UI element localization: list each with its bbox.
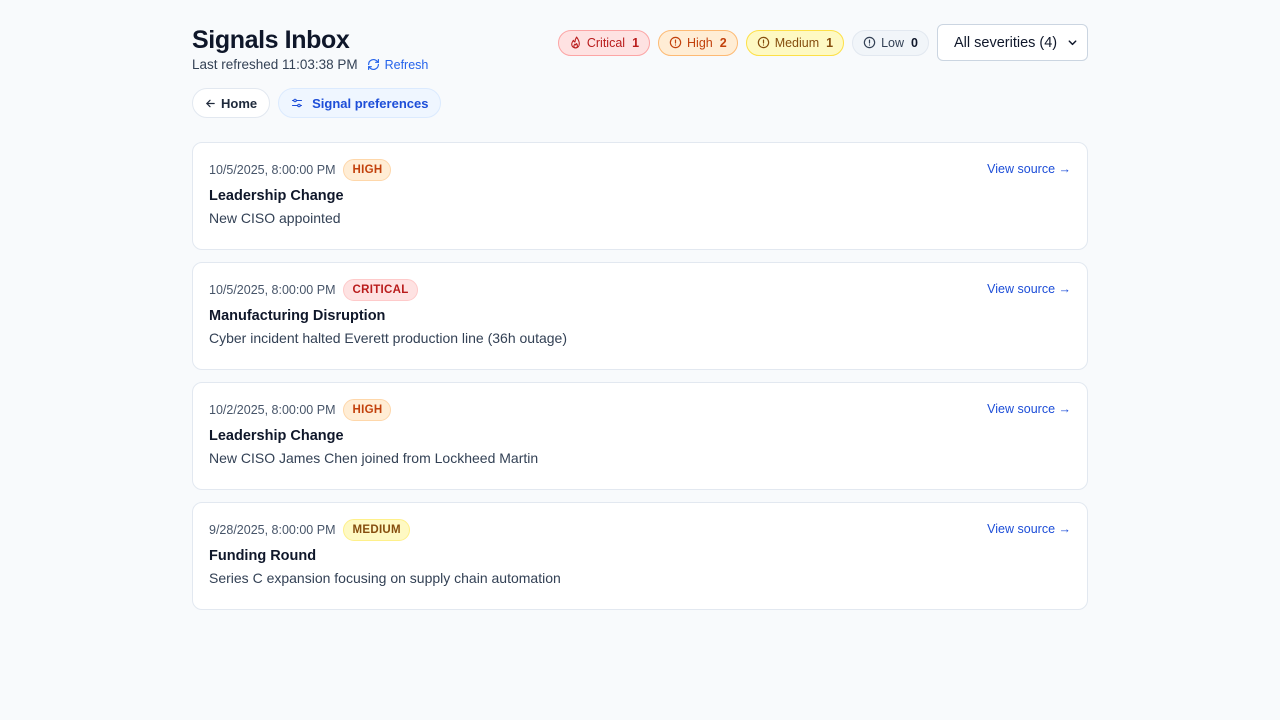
view-source-link[interactable]: View source → <box>987 402 1071 416</box>
signal-date: 10/5/2025, 8:00:00 PM <box>209 283 336 297</box>
signals-inbox-page: Signals Inbox Last refreshed 11:03:38 PM… <box>192 24 1088 622</box>
signal-date: 9/28/2025, 8:00:00 PM <box>209 523 336 537</box>
signal-description: New CISO appointed <box>209 210 341 226</box>
signal-description: Series C expansion focusing on supply ch… <box>209 570 561 586</box>
severity-badge: HIGH <box>343 399 392 421</box>
page-header: Signals Inbox Last refreshed 11:03:38 PM… <box>192 24 1088 78</box>
signal-card: 10/5/2025, 8:00:00 PM CRITICAL View sour… <box>192 262 1088 370</box>
chevron-down-icon <box>1068 40 1077 46</box>
refresh-button[interactable]: Refresh <box>367 57 429 72</box>
signal-preferences-button[interactable]: Signal preferences <box>278 88 442 118</box>
refresh-icon <box>367 59 379 70</box>
refresh-label: Refresh <box>384 57 429 72</box>
severity-summary: Critical 1 High 2 Medium 1 Low 0 All sev… <box>557 24 1088 61</box>
alert-circle-icon <box>863 36 876 49</box>
severity-filter-select[interactable]: All severities (4) <box>937 24 1088 61</box>
last-refreshed-text: Last refreshed 11:03:38 PM <box>192 57 358 72</box>
signal-date: 10/2/2025, 8:00:00 PM <box>209 403 336 417</box>
view-source-link[interactable]: View source → <box>987 282 1071 296</box>
severity-badge: HIGH <box>343 159 392 181</box>
chip-medium-count: 1 <box>826 35 834 50</box>
home-label: Home <box>221 95 258 111</box>
chip-medium-label: Medium <box>774 35 820 50</box>
signal-description: New CISO James Chen joined from Lockheed… <box>209 450 539 466</box>
home-button[interactable]: Home <box>192 88 271 118</box>
chip-medium[interactable]: Medium 1 <box>745 29 845 56</box>
signal-title: Funding Round <box>209 548 317 564</box>
chip-critical-count: 1 <box>632 35 640 50</box>
severity-badge: MEDIUM <box>343 519 410 541</box>
chip-low-label: Low <box>881 35 905 50</box>
view-source-link[interactable]: View source → <box>987 162 1071 176</box>
alert-circle-icon <box>669 36 682 49</box>
signal-date: 10/5/2025, 8:00:00 PM <box>209 163 336 177</box>
signal-description: Cyber incident halted Everett production… <box>209 330 567 346</box>
signals-list: 10/5/2025, 8:00:00 PM HIGH View source →… <box>192 142 1088 610</box>
severity-badge: CRITICAL <box>343 279 418 301</box>
alert-circle-icon <box>757 36 769 49</box>
chip-critical[interactable]: Critical 1 <box>557 29 651 56</box>
chip-high-count: 2 <box>719 35 727 50</box>
signal-title: Leadership Change <box>209 428 344 444</box>
signal-title: Leadership Change <box>209 188 344 204</box>
signal-preferences-label: Signal preferences <box>312 95 429 111</box>
sliders-icon <box>292 98 303 108</box>
arrow-left-icon <box>206 99 215 107</box>
signal-title: Manufacturing Disruption <box>209 308 386 324</box>
chip-high-label: High <box>687 35 713 50</box>
view-source-link[interactable]: View source → <box>987 522 1071 536</box>
signal-card: 10/2/2025, 8:00:00 PM HIGH View source →… <box>192 382 1088 490</box>
chip-low[interactable]: Low 0 <box>852 29 929 56</box>
page-nav: Home Signal preferences <box>192 88 1088 118</box>
chip-critical-label: Critical <box>586 35 626 50</box>
severity-filter-value: All severities (4) <box>954 34 1058 51</box>
chip-high[interactable]: High 2 <box>658 29 738 56</box>
chip-low-count: 0 <box>911 35 918 50</box>
flame-icon <box>571 36 580 49</box>
signal-card: 9/28/2025, 8:00:00 PM MEDIUM View source… <box>192 502 1088 610</box>
signal-card: 10/5/2025, 8:00:00 PM HIGH View source →… <box>192 142 1088 250</box>
